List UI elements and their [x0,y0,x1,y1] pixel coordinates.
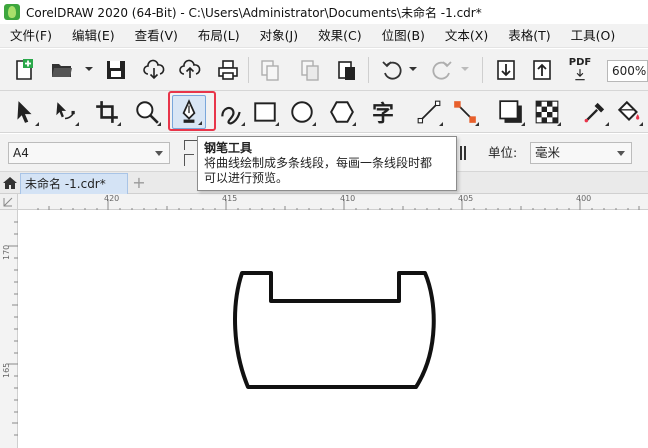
ruler-h-label: 405 [458,194,474,203]
undo-icon[interactable] [378,56,406,84]
toolbar-separator [248,57,249,83]
new-document-icon[interactable] [10,56,38,84]
title-bar: CorelDRAW 2020 (64-Bit) - C:\Users\Admin… [0,0,648,24]
add-tab-button[interactable]: + [130,173,148,193]
ruler-h-label: 420 [104,194,120,203]
artistic-media-tool-icon[interactable] [214,95,248,129]
menu-view[interactable]: 查看(V) [125,24,188,48]
crop-tool-icon[interactable] [90,95,124,129]
line-tool-icon[interactable] [412,95,446,129]
ellipse-tool-icon[interactable] [285,95,319,129]
horizontal-ruler[interactable]: 420 415 410 405 400 [18,194,648,210]
menu-tools[interactable]: 工具(O) [561,24,626,48]
print-icon[interactable] [214,56,242,84]
menu-bitmaps[interactable]: 位图(B) [372,24,435,48]
units-select[interactable]: 毫米 [530,142,632,164]
ruler-h-label: 400 [576,194,592,203]
toolbox: 字 [0,91,648,133]
ruler-h-label: 410 [340,194,356,203]
cloud-download-icon[interactable] [140,56,168,84]
transparency-tool-icon[interactable] [530,95,564,129]
ruler-v-label: 165 [2,362,11,378]
document-tab-active[interactable]: 未命名 -1.cdr* [20,173,128,194]
pdf-icon[interactable]: PDF [566,56,594,84]
tooltip-body-line-1: 将曲线绘制成多条线段，每画一条线段时都 [204,156,433,170]
menu-text[interactable]: 文本(X) [435,24,498,48]
home-icon[interactable] [2,175,18,191]
import-icon[interactable] [492,56,520,84]
connector-tool-icon[interactable] [448,95,482,129]
page-option-icon[interactable] [460,146,466,160]
standard-toolbar: PDF [0,49,648,91]
pen-tool-icon[interactable] [172,95,206,129]
toolbar-separator [482,57,483,83]
menu-table[interactable]: 表格(T) [498,24,560,48]
menu-bar: 文件(F) 编辑(E) 查看(V) 布局(L) 对象(J) 效果(C) 位图(B… [0,24,648,48]
rectangle-tool-icon[interactable] [248,95,282,129]
eyedropper-tool-icon[interactable] [578,95,612,129]
clipboard-icon[interactable] [333,56,361,84]
zoom-level-input[interactable]: 600% [607,60,648,82]
menu-edit[interactable]: 编辑(E) [62,24,125,48]
tooltip-title: 钢笔工具 [204,141,253,155]
fill-tool-icon[interactable] [612,95,646,129]
shape-tool-icon[interactable] [48,95,82,129]
pick-tool-icon[interactable] [8,95,42,129]
cloud-upload-icon[interactable] [176,56,204,84]
menu-effects[interactable]: 效果(C) [308,24,371,48]
drawn-curve-shape[interactable] [19,211,648,448]
pdf-label: PDF [568,57,592,68]
ruler-h-label: 415 [222,194,238,203]
page-size-select[interactable]: A4 [8,142,170,164]
portrait-orientation-icon[interactable] [184,140,198,150]
copy-icon[interactable] [256,56,284,84]
redo-icon[interactable] [428,56,456,84]
menu-file[interactable]: 文件(F) [0,24,62,48]
polygon-tool-icon[interactable] [325,95,359,129]
coreldraw-app-icon [4,4,20,20]
save-icon[interactable] [102,56,130,84]
export-icon[interactable] [528,56,556,84]
landscape-orientation-icon[interactable] [184,154,194,166]
open-folder-icon[interactable] [48,56,76,84]
ruler-origin-corner[interactable] [0,194,18,210]
pen-tool-tooltip: 钢笔工具 将曲线绘制成多条线段，每画一条线段时都 可以进行预览。 [197,136,457,191]
open-dropdown-caret-icon[interactable] [85,67,93,71]
tooltip-body-line-2: 可以进行预览。 [204,171,289,185]
zoom-tool-icon[interactable] [130,95,164,129]
menu-layout[interactable]: 布局(L) [188,24,250,48]
undo-dropdown-caret-icon[interactable] [409,67,417,71]
menu-object[interactable]: 对象(J) [250,24,308,48]
redo-dropdown-caret-icon[interactable] [461,67,469,71]
vertical-ruler[interactable]: 170 165 [0,210,18,448]
text-tool-icon[interactable]: 字 [366,95,400,129]
window-title: CorelDRAW 2020 (64-Bit) - C:\Users\Admin… [26,5,482,20]
drop-shadow-tool-icon[interactable] [494,95,528,129]
drawing-canvas[interactable] [19,211,648,448]
ruler-v-label: 170 [2,244,11,260]
toolbar-separator [368,57,369,83]
paste-icon[interactable] [296,56,324,84]
units-label: 单位: [488,145,518,160]
